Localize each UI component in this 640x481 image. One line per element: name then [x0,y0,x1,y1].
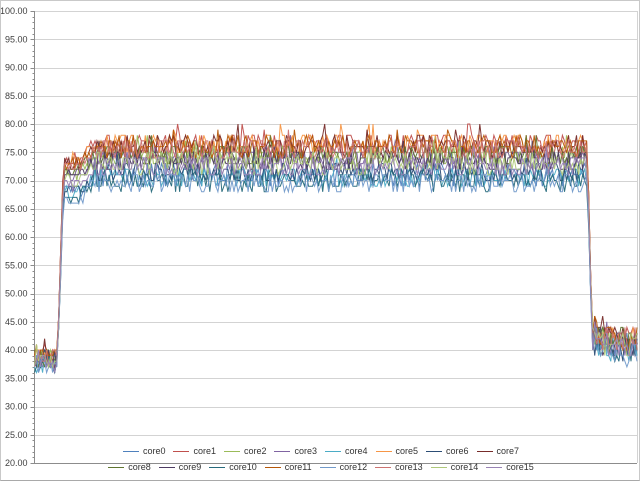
y-tick-label: 80.00 [5,119,28,129]
y-tick-label: 40.00 [5,345,28,355]
y-tick-label: 35.00 [5,373,28,383]
y-tick-label: 75.00 [5,147,28,157]
y-tick-label: 30.00 [5,402,28,412]
y-tick-label: 95.00 [5,34,28,44]
y-tick-label: 70.00 [5,176,28,186]
series-line-core7 [35,124,638,367]
gridlines [35,12,638,436]
y-tick-label: 90.00 [5,63,28,73]
plot-area: 100.00 95.00 90.00 85.00 80.00 75.00 70.00 65.0… [1,1,640,481]
temperature-chart: 100.00 95.00 90.00 85.00 80.00 75.00 70.00 65.0… [0,0,640,481]
y-tick-label: 25.00 [5,430,28,440]
y-tick-label: 60.00 [5,232,28,242]
y-tick-label: 100.00 [1,6,28,16]
y-axis-labels: 100.00 95.00 90.00 85.00 80.00 75.00 70.00 65.0… [1,6,28,468]
series-lines [35,124,638,373]
y-tick-label: 65.00 [5,204,28,214]
y-tick-label: 45.00 [5,317,28,327]
series-line-core12 [35,164,638,373]
y-tick-label: 85.00 [5,91,28,101]
y-tick-label: 20.00 [5,458,28,468]
y-tick-label: 55.00 [5,260,28,270]
series-line-core5 [35,124,638,367]
y-tick-label: 50.00 [5,289,28,299]
y-axis-ticks [31,12,35,464]
series-line-core1 [35,124,638,361]
